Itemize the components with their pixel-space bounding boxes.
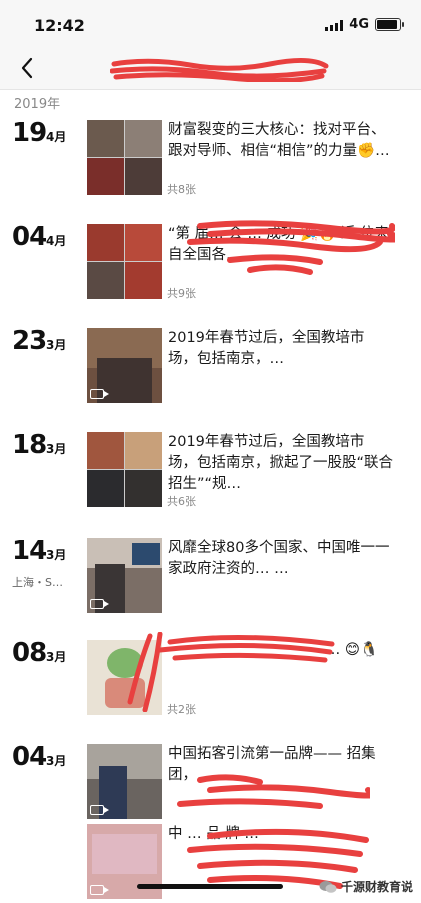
timeline-entry[interactable]: 19 4月 财富裂变的三大核心：找对平台、跟对导师、相信“相信”的力量✊… 共8… xyxy=(0,118,421,208)
redaction-scribble xyxy=(110,58,329,82)
photo-thumbnail[interactable] xyxy=(87,120,162,195)
nav-bar xyxy=(0,46,421,90)
watermark: 千源财教育说 xyxy=(319,878,413,895)
video-icon xyxy=(90,805,109,815)
photo-count: 共6张 xyxy=(167,495,196,508)
entry-day: 04 xyxy=(12,742,47,772)
battery-level xyxy=(377,20,397,29)
entry-text: 2019年春节过后，全国教培市场，包括南京，… xyxy=(168,330,365,367)
status-indicators: 4G xyxy=(325,17,404,32)
status-bar: 12:42 4G xyxy=(0,0,421,46)
entry-month: 3月 xyxy=(46,442,67,456)
video-icon xyxy=(90,389,109,399)
signal-icon xyxy=(325,19,344,31)
photo-thumbnail[interactable] xyxy=(87,640,162,715)
entry-month: 3月 xyxy=(46,754,67,768)
year-header: 2019年 xyxy=(0,90,421,112)
entry-text: “第 届… 会 … 成功 🎉🔥 近 位来自全国各… xyxy=(168,226,389,263)
watermark-label: 千源财教育说 xyxy=(340,880,413,894)
entry-day: 04 xyxy=(12,222,47,252)
entry-day: 18 xyxy=(12,430,47,460)
status-time: 12:42 xyxy=(34,16,85,35)
network-label: 4G xyxy=(349,17,369,32)
entry-text: 中 … 品 牌 … xyxy=(168,826,259,842)
entry-day: 14 xyxy=(12,536,47,566)
entry-text: 风靡全球80多个国家、中国唯一一家政府注资的… … xyxy=(168,540,390,577)
entry-month: 4月 xyxy=(46,130,67,144)
entry-month: 3月 xyxy=(46,650,67,664)
battery-icon xyxy=(375,18,404,31)
entry-location: 上海・S… xyxy=(12,576,63,589)
wechat-icon xyxy=(319,880,337,893)
year-label: 2019年 xyxy=(14,97,61,112)
entry-text: 中国拓客引流第一品牌—— 招集团，… xyxy=(168,746,376,783)
back-chevron-icon[interactable] xyxy=(14,54,42,82)
entry-month: 3月 xyxy=(46,548,67,562)
timeline-entry[interactable]: 08 3月 … 😊🐧 共2张 xyxy=(0,632,421,728)
timeline-entry[interactable]: 14 3月 上海・S… 风靡全球80多个国家、中国唯一一家政府注资的… … xyxy=(0,536,421,626)
photo-count: 共8张 xyxy=(167,183,196,196)
photo-count: 共2张 xyxy=(167,703,196,716)
video-icon xyxy=(90,885,109,895)
video-icon xyxy=(90,599,109,609)
video-thumbnail[interactable] xyxy=(87,744,162,819)
home-indicator[interactable] xyxy=(137,884,283,889)
entry-text: 财富裂变的三大核心：找对平台、跟对导师、相信“相信”的力量✊… xyxy=(168,122,390,159)
entry-month: 3月 xyxy=(46,338,67,352)
video-thumbnail[interactable] xyxy=(87,328,162,403)
video-thumbnail[interactable] xyxy=(87,538,162,613)
photo-count: 共9张 xyxy=(167,287,196,300)
timeline-entry[interactable]: 04 3月 中国拓客引流第一品牌—— 招集团，… 中 … 品 牌 … xyxy=(0,742,421,899)
timeline-entry[interactable]: 18 3月 2019年春节过后，全国教培市场，包括南京，掀起了一股股“联合招生”… xyxy=(0,430,421,520)
entry-day: 08 xyxy=(12,638,47,668)
photo-thumbnail[interactable] xyxy=(87,224,162,299)
entry-day: 23 xyxy=(12,326,47,356)
entry-month: 4月 xyxy=(46,234,67,248)
photo-thumbnail[interactable] xyxy=(87,432,162,507)
entry-text: … 😊🐧 xyxy=(325,642,378,658)
entry-text: 2019年春节过后，全国教培市场，包括南京，掀起了一股股“联合招生”“规… xyxy=(168,434,394,492)
timeline-entry[interactable]: 04 4月 “第 届… 会 … 成功 🎉🔥 近 位来自全国各… 共9张 xyxy=(0,220,421,312)
timeline-entry[interactable]: 23 3月 2019年春节过后，全国教培市场，包括南京，… xyxy=(0,326,421,416)
entry-day: 19 xyxy=(12,118,47,148)
